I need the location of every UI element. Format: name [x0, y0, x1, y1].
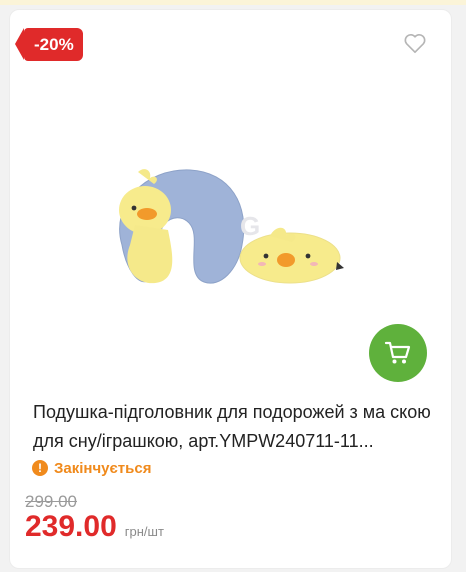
stock-status: ! Закінчується: [32, 458, 151, 478]
discount-badge: -20%: [15, 28, 83, 61]
product-image[interactable]: G: [100, 150, 360, 300]
heart-icon: [404, 34, 426, 54]
stock-status-label: Закінчується: [54, 459, 152, 477]
price-unit: грн/шт: [124, 524, 164, 539]
current-price: 239.00: [25, 510, 117, 543]
add-to-cart-button[interactable]: [369, 324, 427, 382]
price-row: 239.00 грн/шт: [25, 510, 164, 544]
old-price: 299.00: [25, 492, 77, 511]
wishlist-button[interactable]: [402, 30, 428, 56]
watermark-text: G: [240, 211, 260, 241]
cart-icon: [384, 341, 411, 364]
product-photo: G: [119, 169, 344, 284]
warning-icon: !: [32, 460, 48, 476]
product-title-link[interactable]: Подушка-підголовник для подорожей з ма с…: [33, 398, 433, 456]
top-strip: [0, 0, 466, 5]
